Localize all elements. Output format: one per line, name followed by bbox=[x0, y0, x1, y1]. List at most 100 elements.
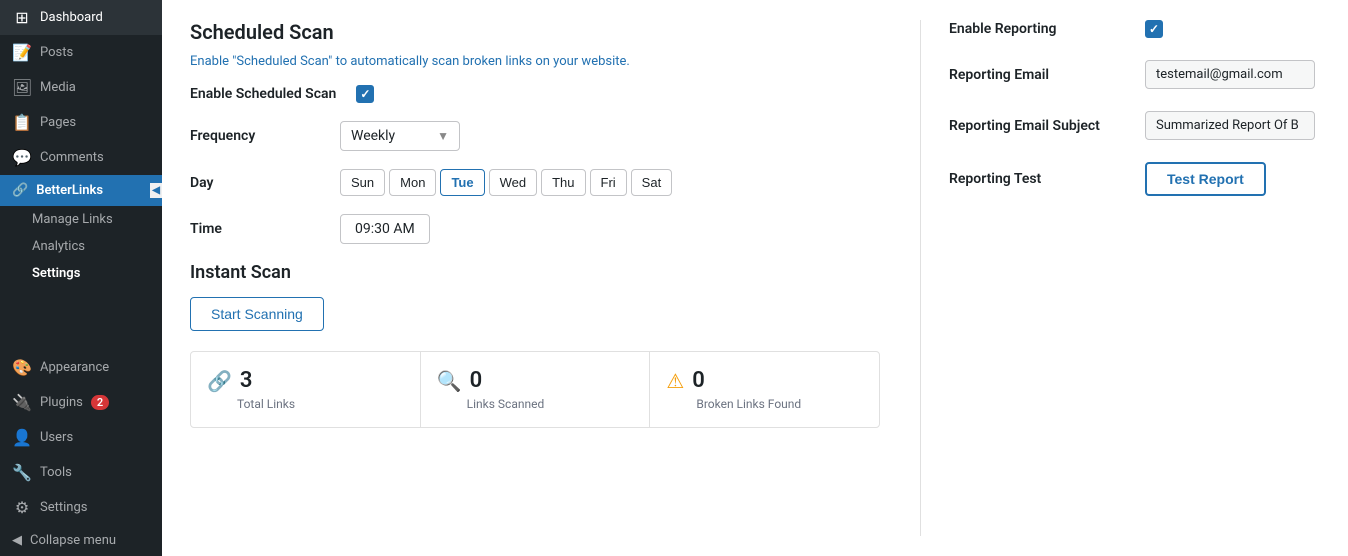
analytics-label: Analytics bbox=[32, 239, 85, 254]
stat-top-total: 🔗 3 bbox=[207, 368, 252, 393]
stat-links-scanned: 🔍 0 Links Scanned bbox=[421, 352, 651, 427]
sidebar-item-dashboard[interactable]: ⊞ Dashboard bbox=[0, 0, 162, 35]
day-row: Day Sun Mon Tue Wed Thu Fri Sat bbox=[190, 169, 880, 196]
dashboard-icon: ⊞ bbox=[12, 8, 32, 27]
sidebar-item-settings-bottom[interactable]: ⚙ Settings bbox=[0, 490, 162, 525]
sidebar-item-label: Posts bbox=[40, 45, 73, 60]
links-scanned-number: 0 bbox=[470, 368, 483, 393]
sidebar-item-posts[interactable]: 📝 Posts bbox=[0, 35, 162, 70]
sidebar-item-plugins[interactable]: 🔌 Plugins 2 bbox=[0, 385, 162, 420]
time-value[interactable]: 09:30 AM bbox=[340, 214, 430, 244]
betterlinks-label: BetterLinks bbox=[36, 183, 103, 198]
time-label: Time bbox=[190, 221, 320, 237]
plugins-label: Plugins bbox=[40, 395, 83, 410]
reporting-test-row: Reporting Test Test Report bbox=[949, 162, 1320, 196]
link-icon: 🔗 bbox=[207, 369, 232, 393]
frequency-row: Frequency Weekly ▼ bbox=[190, 121, 880, 151]
instant-scan-section: Instant Scan Start Scanning 🔗 3 Total Li… bbox=[190, 262, 880, 428]
start-scanning-button[interactable]: Start Scanning bbox=[190, 297, 324, 331]
day-sun[interactable]: Sun bbox=[340, 169, 385, 196]
instant-scan-title: Instant Scan bbox=[190, 262, 880, 283]
day-thu[interactable]: Thu bbox=[541, 169, 585, 196]
reporting-subject-label: Reporting Email Subject bbox=[949, 118, 1129, 134]
sidebar-item-users[interactable]: 👤 Users bbox=[0, 420, 162, 455]
pages-icon: 📋 bbox=[12, 113, 32, 132]
day-mon[interactable]: Mon bbox=[389, 169, 436, 196]
appearance-label: Appearance bbox=[40, 360, 109, 375]
day-wed[interactable]: Wed bbox=[489, 169, 538, 196]
appearance-icon: 🎨 bbox=[12, 358, 32, 377]
reporting-subject-value[interactable]: Summarized Report Of B bbox=[1145, 111, 1315, 140]
reporting-email-label: Reporting Email bbox=[949, 67, 1129, 83]
reporting-email-value[interactable]: testemail@gmail.com bbox=[1145, 60, 1315, 89]
settings-label: Settings bbox=[32, 266, 80, 281]
betterlinks-icon: 🔗 bbox=[12, 183, 28, 198]
total-links-number: 3 bbox=[240, 368, 253, 393]
frequency-label: Frequency bbox=[190, 128, 320, 144]
collapse-label: Collapse menu bbox=[30, 533, 116, 548]
broken-links-number: 0 bbox=[692, 368, 705, 393]
warning-icon: ⚠ bbox=[666, 369, 684, 393]
manage-links-label: Manage Links bbox=[32, 212, 113, 227]
stat-top-broken: ⚠ 0 bbox=[666, 368, 705, 393]
chevron-down-icon: ▼ bbox=[437, 129, 449, 143]
collapse-icon: ◀ bbox=[12, 533, 22, 548]
sidebar: ⊞ Dashboard 📝 Posts 🖼 Media 📋 Pages 💬 Co… bbox=[0, 0, 162, 556]
stat-top-scanned: 🔍 0 bbox=[437, 368, 482, 393]
main-content: Scheduled Scan Enable "Scheduled Scan" t… bbox=[162, 0, 1348, 556]
sidebar-bottom: 🎨 Appearance 🔌 Plugins 2 👤 Users 🔧 Tools… bbox=[0, 350, 162, 556]
right-panel: Enable Reporting Reporting Email testema… bbox=[920, 20, 1320, 536]
settings-bottom-label: Settings bbox=[40, 500, 87, 515]
sidebar-item-tools[interactable]: 🔧 Tools bbox=[0, 455, 162, 490]
stats-row: 🔗 3 Total Links 🔍 0 Links Scanned bbox=[190, 351, 880, 428]
broken-links-label: Broken Links Found bbox=[666, 397, 801, 411]
scheduled-scan-title: Scheduled Scan bbox=[190, 20, 880, 44]
day-tue[interactable]: Tue bbox=[440, 169, 484, 196]
test-report-button[interactable]: Test Report bbox=[1145, 162, 1266, 196]
sidebar-item-pages[interactable]: 📋 Pages bbox=[0, 105, 162, 140]
posts-icon: 📝 bbox=[12, 43, 32, 62]
plugins-badge: 2 bbox=[91, 395, 109, 410]
sidebar-subitem-analytics[interactable]: Analytics bbox=[0, 233, 162, 260]
sidebar-item-label: Comments bbox=[40, 150, 104, 165]
enable-reporting-row: Enable Reporting bbox=[949, 20, 1320, 38]
enable-scheduled-scan-label: Enable Scheduled Scan bbox=[190, 86, 336, 102]
day-sat[interactable]: Sat bbox=[631, 169, 673, 196]
day-fri[interactable]: Fri bbox=[590, 169, 627, 196]
enable-scheduled-scan-checkbox[interactable] bbox=[356, 85, 374, 103]
total-links-label: Total Links bbox=[207, 397, 295, 411]
reporting-subject-row: Reporting Email Subject Summarized Repor… bbox=[949, 111, 1320, 140]
sidebar-item-media[interactable]: 🖼 Media bbox=[0, 70, 162, 105]
media-icon: 🖼 bbox=[12, 78, 32, 97]
frequency-dropdown[interactable]: Weekly ▼ bbox=[340, 121, 460, 151]
search-icon: 🔍 bbox=[437, 369, 462, 393]
frequency-value: Weekly bbox=[351, 128, 395, 144]
sidebar-subitem-settings[interactable]: Settings bbox=[0, 260, 162, 287]
tools-icon: 🔧 bbox=[12, 463, 32, 482]
left-panel: Scheduled Scan Enable "Scheduled Scan" t… bbox=[190, 20, 880, 536]
settings-icon: ⚙ bbox=[12, 498, 32, 517]
sidebar-item-label: Pages bbox=[40, 115, 76, 130]
links-scanned-label: Links Scanned bbox=[437, 397, 545, 411]
sidebar-item-betterlinks[interactable]: 🔗 BetterLinks bbox=[0, 175, 162, 206]
stat-broken-links: ⚠ 0 Broken Links Found bbox=[650, 352, 879, 427]
day-label: Day bbox=[190, 175, 320, 191]
users-label: Users bbox=[40, 430, 73, 445]
scheduled-scan-description: Enable "Scheduled Scan" to automatically… bbox=[190, 54, 880, 69]
reporting-test-label: Reporting Test bbox=[949, 171, 1129, 187]
sidebar-subitem-manage-links[interactable]: Manage Links bbox=[0, 206, 162, 233]
reporting-email-row: Reporting Email testemail@gmail.com bbox=[949, 60, 1320, 89]
comments-icon: 💬 bbox=[12, 148, 32, 167]
enable-reporting-checkbox[interactable] bbox=[1145, 20, 1163, 38]
sidebar-item-comments[interactable]: 💬 Comments bbox=[0, 140, 162, 175]
sidebar-item-appearance[interactable]: 🎨 Appearance bbox=[0, 350, 162, 385]
collapse-menu[interactable]: ◀ Collapse menu bbox=[0, 525, 162, 556]
tools-label: Tools bbox=[40, 465, 72, 480]
time-row: Time 09:30 AM bbox=[190, 214, 880, 244]
stat-total-links: 🔗 3 Total Links bbox=[191, 352, 421, 427]
sidebar-item-label: Dashboard bbox=[40, 10, 103, 25]
enable-scheduled-scan-row: Enable Scheduled Scan bbox=[190, 85, 880, 103]
plugins-icon: 🔌 bbox=[12, 393, 32, 412]
day-selector: Sun Mon Tue Wed Thu Fri Sat bbox=[340, 169, 672, 196]
users-icon: 👤 bbox=[12, 428, 32, 447]
